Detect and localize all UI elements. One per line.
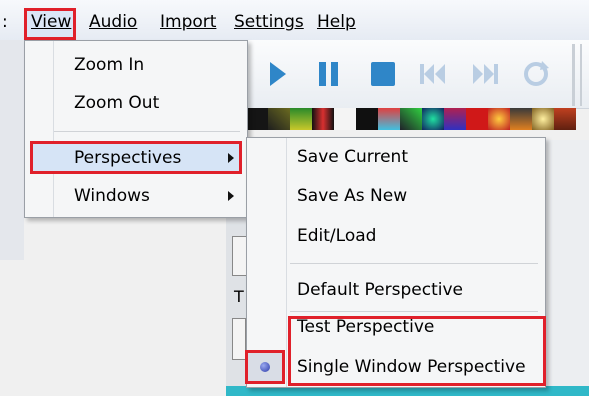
panel-field[interactable] bbox=[232, 318, 246, 360]
content-area bbox=[540, 140, 589, 386]
submenu-arrow-icon bbox=[228, 153, 234, 163]
menu-separator bbox=[290, 311, 538, 312]
menu-item-test-perspective[interactable]: Test Perspective bbox=[297, 313, 434, 341]
menu-help[interactable]: Help bbox=[317, 10, 356, 34]
toolbar-separator bbox=[580, 44, 582, 106]
menu-import[interactable]: Import bbox=[160, 10, 216, 34]
menu-item-edit-load[interactable]: Edit/Load bbox=[297, 222, 376, 250]
menu-item-save-as-new[interactable]: Save As New bbox=[297, 182, 407, 210]
menu-item-zoom-out[interactable]: Zoom Out bbox=[74, 89, 159, 117]
menu-item-perspectives[interactable]: Perspectives bbox=[74, 144, 181, 172]
next-icon[interactable] bbox=[470, 60, 500, 88]
repeat-icon[interactable] bbox=[522, 60, 550, 88]
menu-item-zoom-in[interactable]: Zoom In bbox=[74, 51, 144, 79]
panel-label: T bbox=[234, 287, 244, 306]
previous-icon[interactable] bbox=[418, 60, 448, 88]
visualization-strip bbox=[246, 108, 589, 130]
menu-settings[interactable]: Settings bbox=[234, 10, 304, 34]
stop-icon[interactable] bbox=[370, 60, 396, 88]
menu-item-default-perspective[interactable]: Default Perspective bbox=[297, 276, 463, 304]
pause-icon[interactable] bbox=[318, 60, 340, 88]
menu-separator bbox=[290, 263, 538, 264]
menu-audio[interactable]: Audio bbox=[89, 10, 137, 34]
submenu-arrow-icon bbox=[228, 191, 234, 201]
menu-item-single-window-perspective[interactable]: Single Window Perspective bbox=[297, 353, 526, 381]
play-icon[interactable] bbox=[268, 60, 288, 88]
menu-bar-lead: : bbox=[2, 12, 8, 32]
menu-item-windows[interactable]: Windows bbox=[74, 182, 150, 210]
menu-item-save-current[interactable]: Save Current bbox=[297, 143, 408, 171]
radio-selected-icon bbox=[260, 362, 270, 372]
left-panel bbox=[0, 40, 24, 260]
menu-separator bbox=[54, 131, 240, 132]
toolbar-separator bbox=[572, 44, 575, 106]
menu-view[interactable]: View bbox=[31, 10, 71, 34]
